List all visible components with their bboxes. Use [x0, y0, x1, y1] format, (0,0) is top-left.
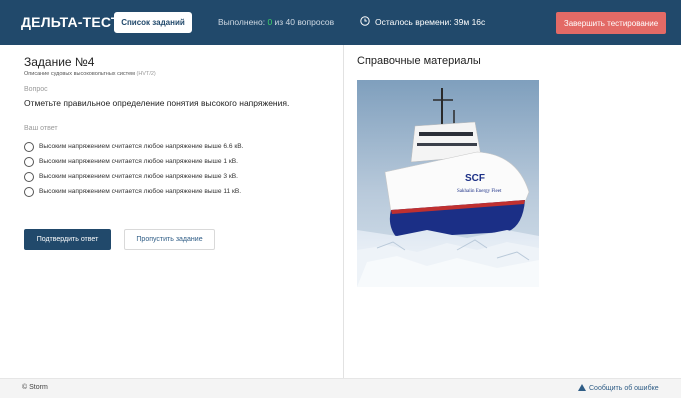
answer-option[interactable]: Высоким напряжением считается любое напр… [24, 139, 243, 154]
question-label: Вопрос [24, 86, 48, 93]
top-bar: ДЕЛЬТА-ТЕСТ Список заданий Выполнено: 0 … [0, 0, 681, 45]
task-subject-code: (HVT/2) [136, 71, 156, 77]
warning-triangle-icon [578, 384, 586, 393]
column-divider [343, 45, 344, 378]
report-error-link[interactable]: Сообщить об ошибке [578, 384, 659, 393]
answer-options: Высоким напряжением считается любое напр… [24, 139, 243, 199]
progress-status: Выполнено: 0 из 40 вопросов [218, 17, 334, 27]
answer-option[interactable]: Высоким напряжением считается любое напр… [24, 169, 243, 184]
hull-logo: SCF [465, 173, 485, 184]
reference-title: Справочные материалы [357, 55, 481, 67]
answer-option-label: Высоким напряжением считается любое напр… [39, 173, 238, 180]
reference-image: SCF Sakhalin Energy Fleet [357, 80, 539, 287]
app-root: ДЕЛЬТА-ТЕСТ Список заданий Выполнено: 0 … [0, 0, 681, 398]
answer-option-label: Высоким напряжением считается любое напр… [39, 188, 242, 195]
answer-option[interactable]: Высоким напряжением считается любое напр… [24, 154, 243, 169]
copyright: © Storm [22, 384, 48, 391]
radio-button[interactable] [24, 171, 34, 182]
answer-option-label: Высоким напряжением считается любое напр… [39, 143, 244, 150]
answer-label: Ваш ответ [24, 125, 58, 132]
finish-test-button[interactable]: Завершить тестирование [556, 12, 666, 34]
brand-logo[interactable]: ДЕЛЬТА-ТЕСТ [21, 14, 120, 30]
timer-label: Осталось времени: 39м 16с [375, 17, 486, 27]
skip-task-button[interactable]: Пропустить задание [124, 229, 215, 250]
clock-icon [360, 16, 370, 28]
radio-button[interactable] [24, 156, 34, 167]
submit-answer-button[interactable]: Подтвердить ответ [24, 229, 111, 250]
radio-button[interactable] [24, 141, 34, 152]
task-list-button[interactable]: Список заданий [114, 12, 192, 33]
answer-option[interactable]: Высоким напряжением считается любое напр… [24, 184, 243, 199]
progress-prefix: Выполнено: [218, 17, 268, 27]
radio-button[interactable] [24, 186, 34, 197]
question-text: Отметьте правильное определение понятия … [24, 98, 290, 108]
task-title: Задание №4 [24, 55, 95, 69]
report-error-label: Сообщить об ошибке [589, 385, 659, 392]
task-subject: Описание судовых высоковольтных систем (… [24, 71, 156, 77]
footer: © Storm Сообщить об ошибке [0, 378, 681, 398]
hull-ship-name: Sakhalin Energy Fleet [457, 189, 502, 194]
task-subject-name: Описание судовых высоковольтных систем [24, 71, 137, 77]
progress-suffix: из 40 вопросов [272, 17, 335, 27]
time-remaining: Осталось времени: 39м 16с [360, 16, 485, 28]
answer-option-label: Высоким напряжением считается любое напр… [39, 158, 238, 165]
